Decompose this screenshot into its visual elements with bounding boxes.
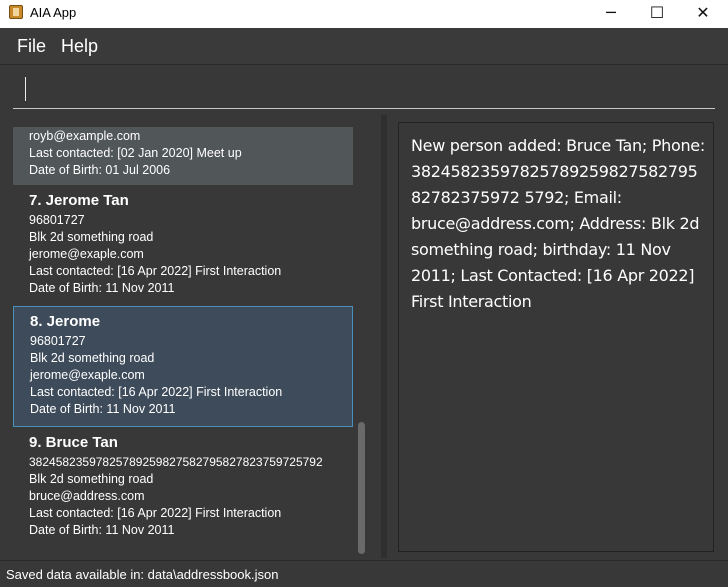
person-last-contacted: Last contacted: [16 Apr 2022] First Inte…: [30, 385, 283, 399]
save-location-text: Saved data available in: data\addressboo…: [6, 567, 279, 582]
person-phone: 96801727: [29, 213, 85, 227]
person-dob: Date of Birth: 11 Nov 2011: [30, 402, 176, 416]
menu-help[interactable]: Help: [61, 36, 98, 57]
command-box: [0, 65, 728, 113]
person-email: bruce@address.com: [29, 489, 145, 503]
person-phone: 96801727: [30, 334, 86, 348]
result-message: New person added: Bruce Tan; Phone: 3824…: [411, 136, 705, 311]
person-card-6[interactable]: royb@example.com Last contacted: [02 Jan…: [13, 127, 353, 185]
person-dob: Date of Birth: 11 Nov 2011: [29, 523, 175, 537]
maximize-button[interactable]: ☐: [634, 0, 680, 28]
person-email: jerome@exaple.com: [30, 368, 145, 382]
person-address: Blk 2d something road: [30, 351, 155, 365]
menu-file[interactable]: File: [17, 36, 46, 57]
person-card-7[interactable]: 7. Jerome Tan 96801727 Blk 2d something …: [13, 185, 353, 306]
close-button[interactable]: ✕: [680, 0, 726, 28]
person-address: Blk 2d something road: [29, 472, 154, 486]
person-name: 9. Bruce Tan: [29, 434, 118, 451]
text-caret: [25, 77, 26, 101]
window-title: AIA App: [30, 5, 77, 20]
person-dob: Date of Birth: 11 Nov 2011: [29, 281, 175, 295]
person-name: 8. Jerome: [30, 313, 101, 330]
person-phone: 3824582359782578925982758279582782375972…: [29, 455, 323, 469]
menu-bar: File Help: [0, 28, 728, 65]
person-card-8-selected[interactable]: 8. Jerome 96801727 Blk 2d something road…: [13, 306, 353, 427]
result-display: New person added: Bruce Tan; Phone: 3824…: [398, 122, 714, 552]
person-dob: Date of Birth: 01 Jul 2006: [29, 163, 171, 177]
list-scrollbar[interactable]: [356, 127, 366, 557]
person-last-contacted: Last contacted: [02 Jan 2020] Meet up: [29, 146, 242, 160]
status-bar: Saved data available in: data\addressboo…: [0, 560, 728, 587]
minimize-button[interactable]: ─: [588, 0, 634, 28]
title-bar: AIA App ─ ☐ ✕: [0, 0, 728, 28]
person-last-contacted: Last contacted: [16 Apr 2022] First Inte…: [29, 506, 282, 520]
split-pane-divider[interactable]: [381, 115, 387, 558]
person-email: jerome@exaple.com: [29, 247, 144, 261]
address-book-icon: [9, 5, 23, 19]
person-list-panel: royb@example.com Last contacted: [02 Jan…: [0, 115, 380, 558]
person-name: 7. Jerome Tan: [29, 192, 129, 209]
result-panel: New person added: Bruce Tan; Phone: 3824…: [388, 115, 728, 558]
person-email: royb@example.com: [29, 129, 141, 143]
scrollbar-thumb[interactable]: [358, 422, 365, 554]
person-card-9[interactable]: 9. Bruce Tan 382458235978257892598275827…: [13, 427, 353, 557]
command-input[interactable]: [13, 74, 715, 109]
person-last-contacted: Last contacted: [16 Apr 2022] First Inte…: [29, 264, 282, 278]
person-list[interactable]: royb@example.com Last contacted: [02 Jan…: [13, 127, 353, 557]
person-address: Blk 2d something road: [29, 230, 154, 244]
